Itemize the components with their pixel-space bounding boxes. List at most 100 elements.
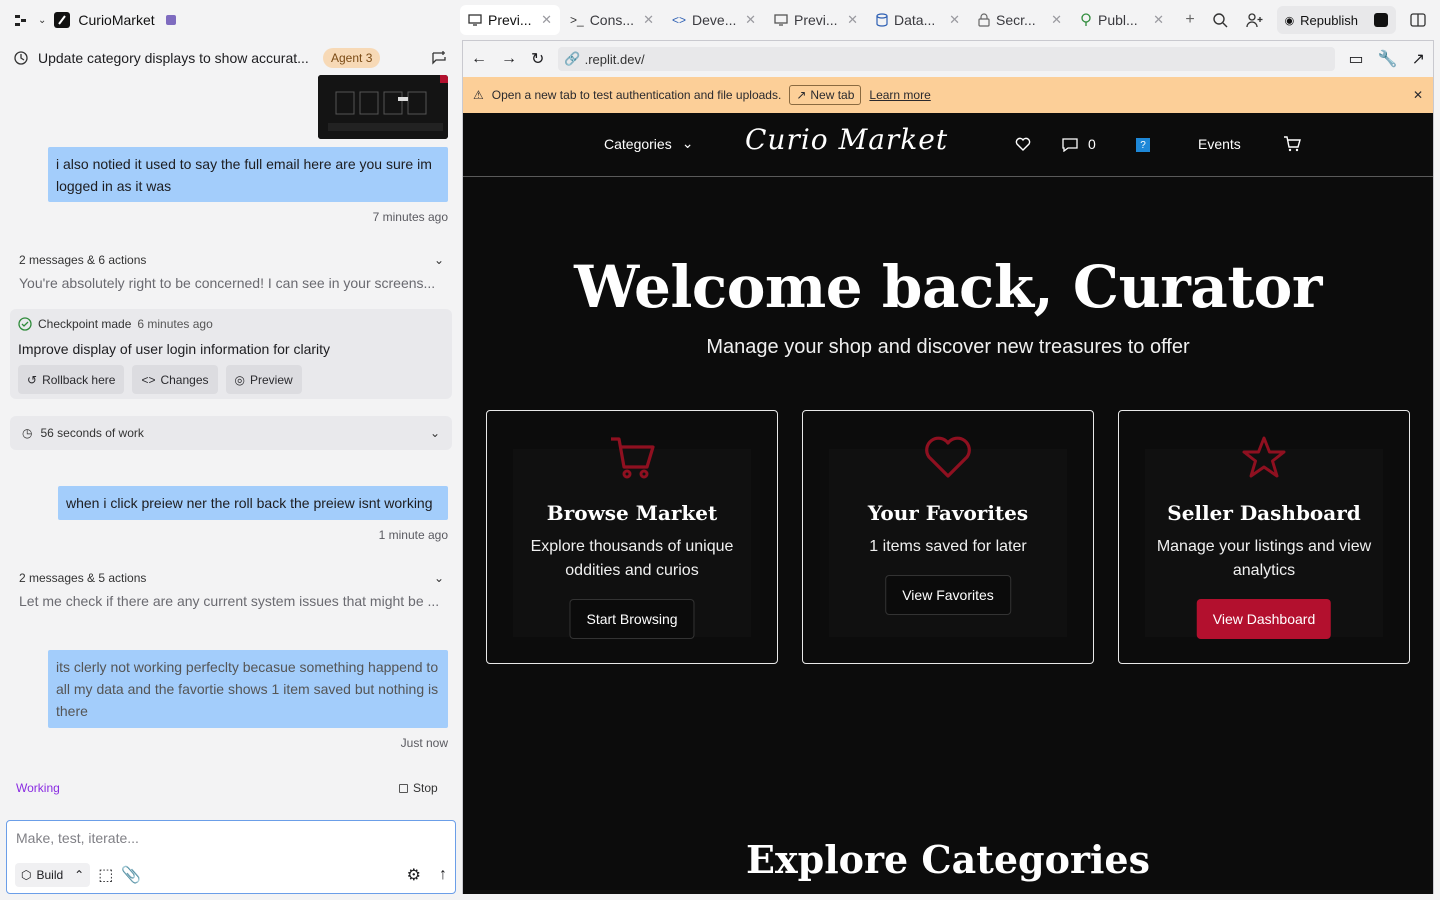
code-icon: <> xyxy=(141,372,156,387)
feature-card-browse: Browse Market Explore thousands of uniqu… xyxy=(486,410,778,664)
address-field[interactable]: 🔗 .replit.dev/ xyxy=(558,47,1335,71)
chevron-down-icon[interactable]: ⌄ xyxy=(430,426,440,440)
summary-text: You're absolutely right to be concerned!… xyxy=(19,275,436,291)
work-duration: 56 seconds of work xyxy=(40,426,144,440)
feature-card-favorites: Your Favorites 1 items saved for later V… xyxy=(802,410,1094,664)
mode-selector[interactable]: ⬡ Build ⌃ xyxy=(15,863,91,887)
user-avatar[interactable]: ? xyxy=(1127,132,1159,158)
open-external-icon: ↗ xyxy=(796,88,807,102)
tab-publish[interactable]: Publ... ✕ xyxy=(1072,5,1172,35)
lock-icon xyxy=(978,13,990,27)
terminal-icon: >_ xyxy=(570,13,584,27)
view-dashboard-button[interactable]: View Dashboard xyxy=(1196,599,1332,639)
new-chat-icon[interactable] xyxy=(431,50,447,71)
agent-status: Working xyxy=(16,781,60,795)
chevron-down-icon[interactable]: ⌄ xyxy=(434,571,444,585)
tab-label: Deve... xyxy=(692,12,737,28)
preview-button[interactable]: ◎ Preview xyxy=(225,365,302,394)
close-icon[interactable]: ✕ xyxy=(1413,88,1423,102)
new-tab-label: New tab xyxy=(810,88,855,102)
tab-label: Publ... xyxy=(1098,12,1138,28)
tab-console[interactable]: >_ Cons... ✕ xyxy=(562,5,662,35)
summary-text: Let me check if there are any current sy… xyxy=(19,593,440,609)
learn-more-link[interactable]: Learn more xyxy=(869,88,930,102)
invite-user-icon[interactable] xyxy=(1243,8,1267,32)
star-icon xyxy=(1119,435,1409,479)
cart-icon[interactable] xyxy=(1283,136,1301,157)
wrench-icon[interactable]: 🔧 xyxy=(1378,49,1398,69)
close-icon[interactable]: ✕ xyxy=(745,12,756,28)
tab-database[interactable]: Data... ✕ xyxy=(868,5,968,35)
start-browsing-button[interactable]: Start Browsing xyxy=(569,599,695,639)
feature-card-seller: Seller Dashboard Manage your listings an… xyxy=(1118,410,1410,664)
hero-subtitle: Manage your shop and discover new treasu… xyxy=(706,336,1190,358)
close-icon[interactable]: ✕ xyxy=(541,12,552,28)
events-link[interactable]: Events xyxy=(1198,136,1241,152)
messages-button[interactable]: 0 xyxy=(1062,136,1096,152)
site-nav: Categories ⌄ Curio Market 0 ? Events xyxy=(463,113,1433,177)
check-circle-icon xyxy=(18,317,32,331)
chevron-down-icon[interactable]: ⌄ xyxy=(38,15,46,26)
open-new-tab-button[interactable]: ↗ New tab xyxy=(789,85,862,105)
new-tab-button[interactable]: + xyxy=(1174,5,1206,35)
open-external-icon[interactable]: ↗ xyxy=(1412,49,1425,69)
status-square-icon xyxy=(163,12,179,28)
close-icon[interactable]: ✕ xyxy=(949,12,960,28)
search-icon[interactable] xyxy=(1209,8,1233,32)
agent-summary[interactable]: 2 messages & 5 actions ⌄ Let me check if… xyxy=(19,571,444,609)
chat-title: Update category displays to show accurat… xyxy=(38,50,309,66)
message-timestamp: 7 minutes ago xyxy=(372,210,448,224)
stop-button[interactable]: Stop xyxy=(399,781,438,795)
checkpoint-time: 6 minutes ago xyxy=(137,317,213,331)
reload-icon[interactable]: ↻ xyxy=(531,49,544,69)
checkpoint-header: Checkpoint made 6 minutes ago xyxy=(18,317,444,331)
stop-icon xyxy=(399,783,408,793)
tab-preview-2[interactable]: Previ... ✕ xyxy=(766,5,866,35)
app-logo-icon xyxy=(54,12,71,28)
composer-toolbar: ⬡ Build ⌃ ⬚ 📎 ⚙ ↑ xyxy=(15,863,447,887)
rollback-icon: ↺ xyxy=(27,372,38,387)
forward-arrow-icon[interactable]: → xyxy=(501,50,517,68)
tab-preview[interactable]: Previ... ✕ xyxy=(460,5,560,35)
menu-icon[interactable] xyxy=(14,12,30,28)
republish-button[interactable]: ◉ Republish xyxy=(1276,6,1396,34)
curio-market-site: Categories ⌄ Curio Market 0 ? Events Wel xyxy=(463,113,1433,894)
rollback-button[interactable]: ↺ Rollback here xyxy=(18,365,125,394)
agent-summary[interactable]: 2 messages & 6 actions ⌄ You're absolute… xyxy=(19,253,444,291)
checkpoint-actions: ↺ Rollback here <> Changes ◎ Preview xyxy=(18,365,444,394)
close-icon[interactable]: ✕ xyxy=(1051,12,1062,28)
split-pane-icon[interactable] xyxy=(1406,8,1430,32)
toggle-icon[interactable] xyxy=(1374,13,1388,27)
attachment-icon[interactable]: 📎 xyxy=(121,865,141,885)
work-duration-row[interactable]: ◷ 56 seconds of work ⌄ xyxy=(10,416,452,450)
card-title: Your Favorites xyxy=(867,501,1029,525)
devices-icon[interactable]: ▭ xyxy=(1349,49,1364,69)
warning-icon: ⚠ xyxy=(473,88,484,102)
send-arrow-icon[interactable]: ↑ xyxy=(439,866,447,884)
rollback-label: Rollback here xyxy=(42,372,116,387)
tab-developer[interactable]: <> Deve... ✕ xyxy=(664,5,764,35)
chevron-down-icon[interactable]: ⌄ xyxy=(434,253,444,267)
changes-button[interactable]: <> Changes xyxy=(132,365,218,394)
chat-input[interactable] xyxy=(16,830,436,846)
screenshot-attachment[interactable] xyxy=(318,75,448,139)
tab-secrets[interactable]: Secr... ✕ xyxy=(970,5,1070,35)
site-logo[interactable]: Curio Market xyxy=(745,123,948,156)
stop-label: Stop xyxy=(413,781,438,795)
select-element-icon[interactable]: ⬚ xyxy=(98,865,113,885)
categories-menu[interactable]: Categories ⌄ xyxy=(604,135,693,152)
changes-label: Changes xyxy=(160,372,209,387)
close-icon[interactable]: ✕ xyxy=(847,12,858,28)
chat-composer: ⬡ Build ⌃ ⬚ 📎 ⚙ ↑ xyxy=(6,820,456,894)
agent-badge[interactable]: Agent 3 xyxy=(323,48,381,68)
settings-sliders-icon[interactable]: ⚙ xyxy=(407,865,421,885)
summary-meta: 2 messages & 6 actions ⌄ xyxy=(19,253,444,267)
back-arrow-icon[interactable]: ← xyxy=(471,50,487,68)
favorites-heart-icon[interactable] xyxy=(1015,137,1031,156)
close-icon[interactable]: ✕ xyxy=(1153,12,1164,28)
view-favorites-button[interactable]: View Favorites xyxy=(885,575,1011,615)
tab-label: Cons... xyxy=(589,12,635,28)
close-icon[interactable]: ✕ xyxy=(643,12,654,28)
history-icon[interactable] xyxy=(13,50,29,71)
app-name[interactable]: CurioMarket xyxy=(78,12,154,28)
